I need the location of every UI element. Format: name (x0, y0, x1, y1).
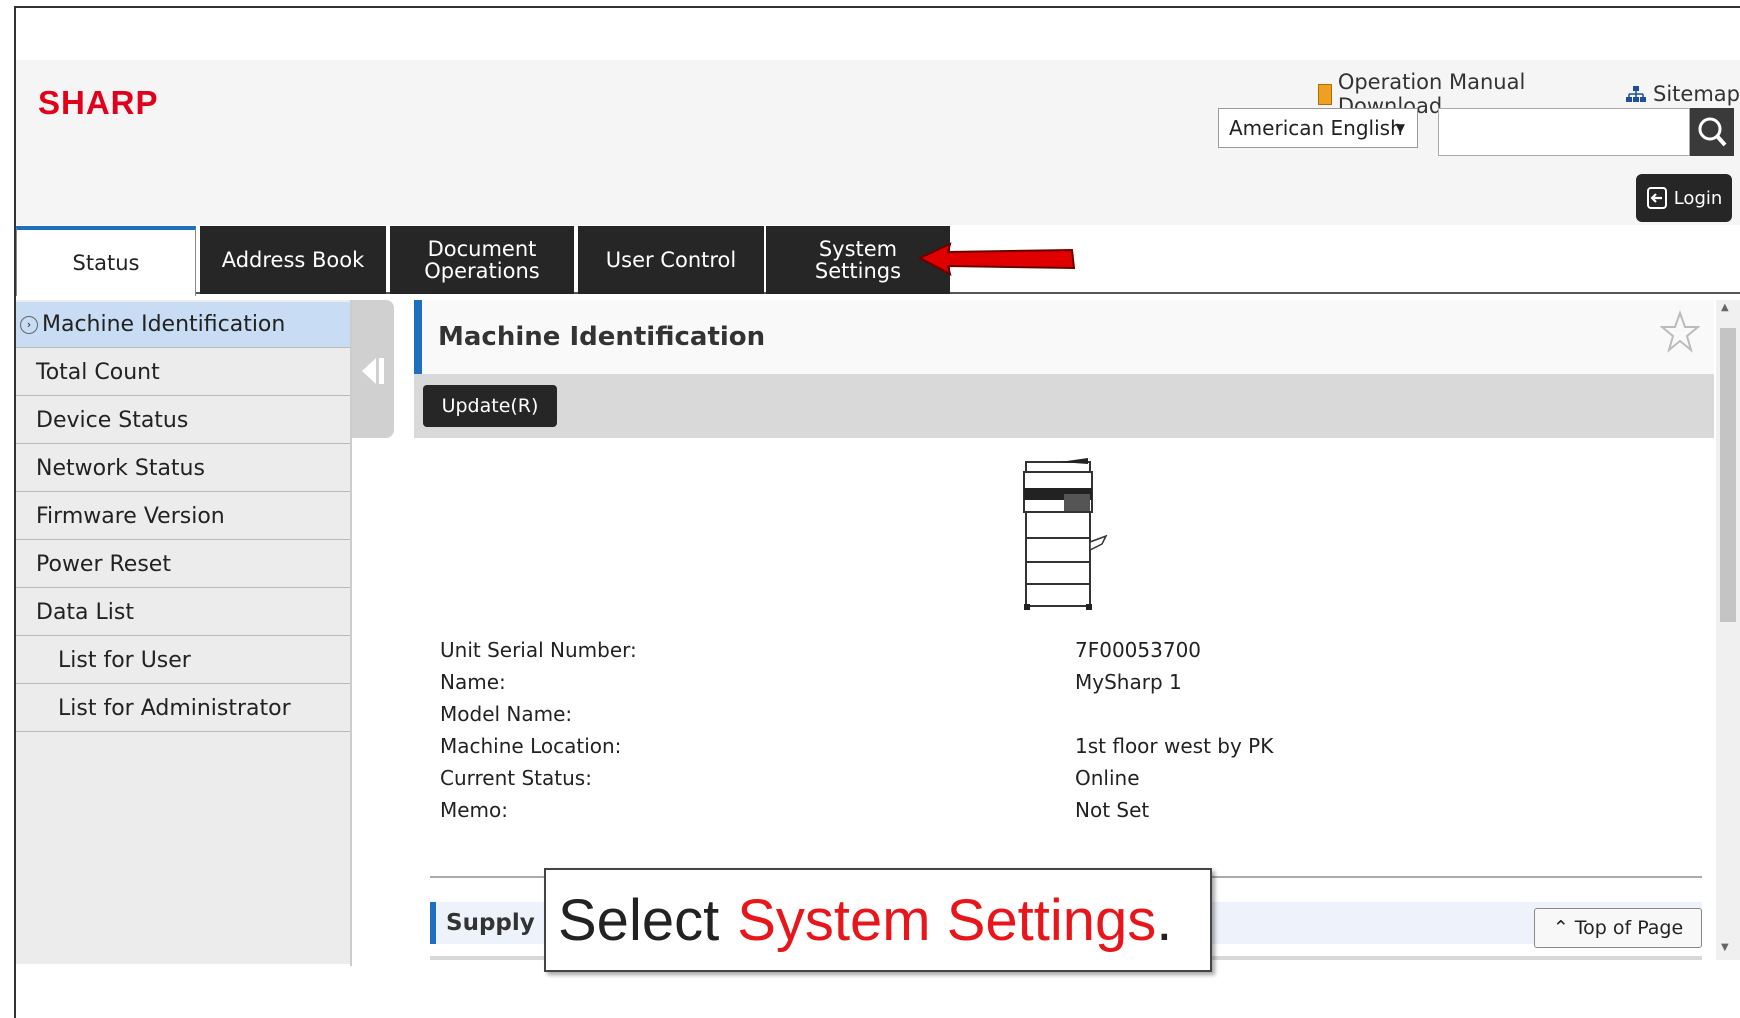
tab-user-control-label: User Control (605, 248, 737, 272)
search-button[interactable] (1690, 108, 1734, 156)
field-value-serial: 7F00053700 (1075, 638, 1202, 662)
field-value-location: 1st floor west by PK (1075, 734, 1274, 758)
field-value-model (1075, 698, 1273, 730)
callout-highlight: System Settings (737, 887, 1157, 953)
sidebar-item-device-status[interactable]: Device Status (16, 398, 350, 444)
search-input[interactable] (1438, 108, 1690, 156)
tab-address-book-label: Address Book (221, 248, 365, 272)
scroll-up-arrow-icon[interactable]: ▲ (1721, 302, 1729, 313)
update-button[interactable]: Update(R) (423, 385, 557, 427)
tab-address-book[interactable]: Address Book (200, 226, 386, 294)
tab-status-label: Status (72, 251, 140, 275)
field-values: 7F00053700 MySharp 1 1st floor west by P… (1075, 634, 1273, 826)
sidebar-item-power-reset[interactable]: Power Reset (16, 542, 350, 588)
sidebar-item-network-status[interactable]: Network Status (16, 446, 350, 492)
field-label-model: Model Name: (440, 702, 573, 726)
sidebar-item-data-list[interactable]: Data List (16, 590, 350, 636)
toolbar (414, 374, 1714, 438)
callout-prefix: Select (558, 887, 720, 953)
sidebar-item-list-for-administrator[interactable]: List for Administrator (16, 686, 350, 732)
book-icon (1318, 83, 1332, 105)
sidebar-item-label: Device Status (36, 408, 189, 433)
sidebar-item-label: Total Count (36, 360, 160, 385)
red-arrow-annotation (918, 242, 1076, 276)
sidebar-item-machine-identification[interactable]: › Machine Identification (16, 302, 350, 348)
tab-document-operations[interactable]: Document Operations (390, 226, 574, 294)
sidebar-item-label: Machine Identification (42, 312, 286, 337)
search-icon (1698, 117, 1727, 147)
login-button[interactable]: Login (1636, 174, 1732, 222)
sidebar-item-label: List for Administrator (58, 696, 291, 721)
callout-suffix: . (1156, 887, 1173, 953)
sharp-logo: SHARP (38, 84, 159, 121)
sitemap-label: Sitemap (1653, 82, 1740, 106)
printer-image (1023, 458, 1108, 610)
field-label-memo: Memo: (440, 798, 509, 822)
language-selected: American English (1229, 116, 1403, 140)
sidebar-item-label: Data List (36, 600, 134, 625)
top-of-page-button[interactable]: ⌃ Top of Page (1534, 908, 1702, 948)
sidebar-item-label: List for User (58, 648, 191, 673)
instruction-callout: Select System Settings . (544, 868, 1212, 972)
page-title: Machine Identification (438, 322, 766, 352)
sidebar-item-label: Power Reset (36, 552, 171, 577)
login-icon (1646, 187, 1667, 209)
update-button-label: Update(R) (441, 395, 539, 417)
field-value-memo: Not Set (1075, 798, 1150, 822)
field-value-status: Online (1075, 766, 1140, 790)
sidebar-item-label: Network Status (36, 456, 205, 481)
field-label-location: Machine Location: (440, 734, 622, 758)
tab-document-operations-label: Document Operations (424, 237, 540, 283)
field-value-name: MySharp 1 (1075, 670, 1182, 694)
sitemap-icon (1626, 86, 1647, 102)
supply-section-title: Supply S (446, 910, 560, 936)
dropdown-caret-icon: ▼ (1395, 121, 1405, 135)
sidebar-item-list-for-user[interactable]: List for User (16, 638, 350, 684)
sitemap-link[interactable]: Sitemap (1625, 82, 1740, 106)
tab-system-settings-label: System Settings (814, 237, 902, 283)
scroll-down-arrow-icon[interactable]: ▼ (1721, 942, 1729, 953)
sidebar-item-total-count[interactable]: Total Count (16, 350, 350, 396)
sidebar-item-firmware-version[interactable]: Firmware Version (16, 494, 350, 540)
scrollbar-thumb[interactable] (1720, 328, 1736, 622)
field-label-serial: Unit Serial Number: (440, 638, 637, 662)
field-label-status: Current Status: (440, 766, 592, 790)
favorite-star-icon[interactable] (1660, 310, 1700, 356)
field-labels: Unit Serial Number: Name: Model Name: Ma… (440, 634, 637, 826)
tab-status[interactable]: Status (16, 226, 196, 296)
collapse-left-icon (362, 358, 384, 384)
top-of-page-label: Top of Page (1574, 917, 1684, 939)
field-label-name: Name: (440, 670, 506, 694)
chevron-up-icon: ⌃ (1552, 917, 1569, 939)
chevron-right-icon: › (20, 315, 38, 334)
language-select[interactable]: American English ▼ (1218, 108, 1418, 148)
tab-user-control[interactable]: User Control (578, 226, 764, 294)
login-label: Login (1673, 187, 1723, 209)
sidebar-item-label: Firmware Version (36, 504, 225, 529)
